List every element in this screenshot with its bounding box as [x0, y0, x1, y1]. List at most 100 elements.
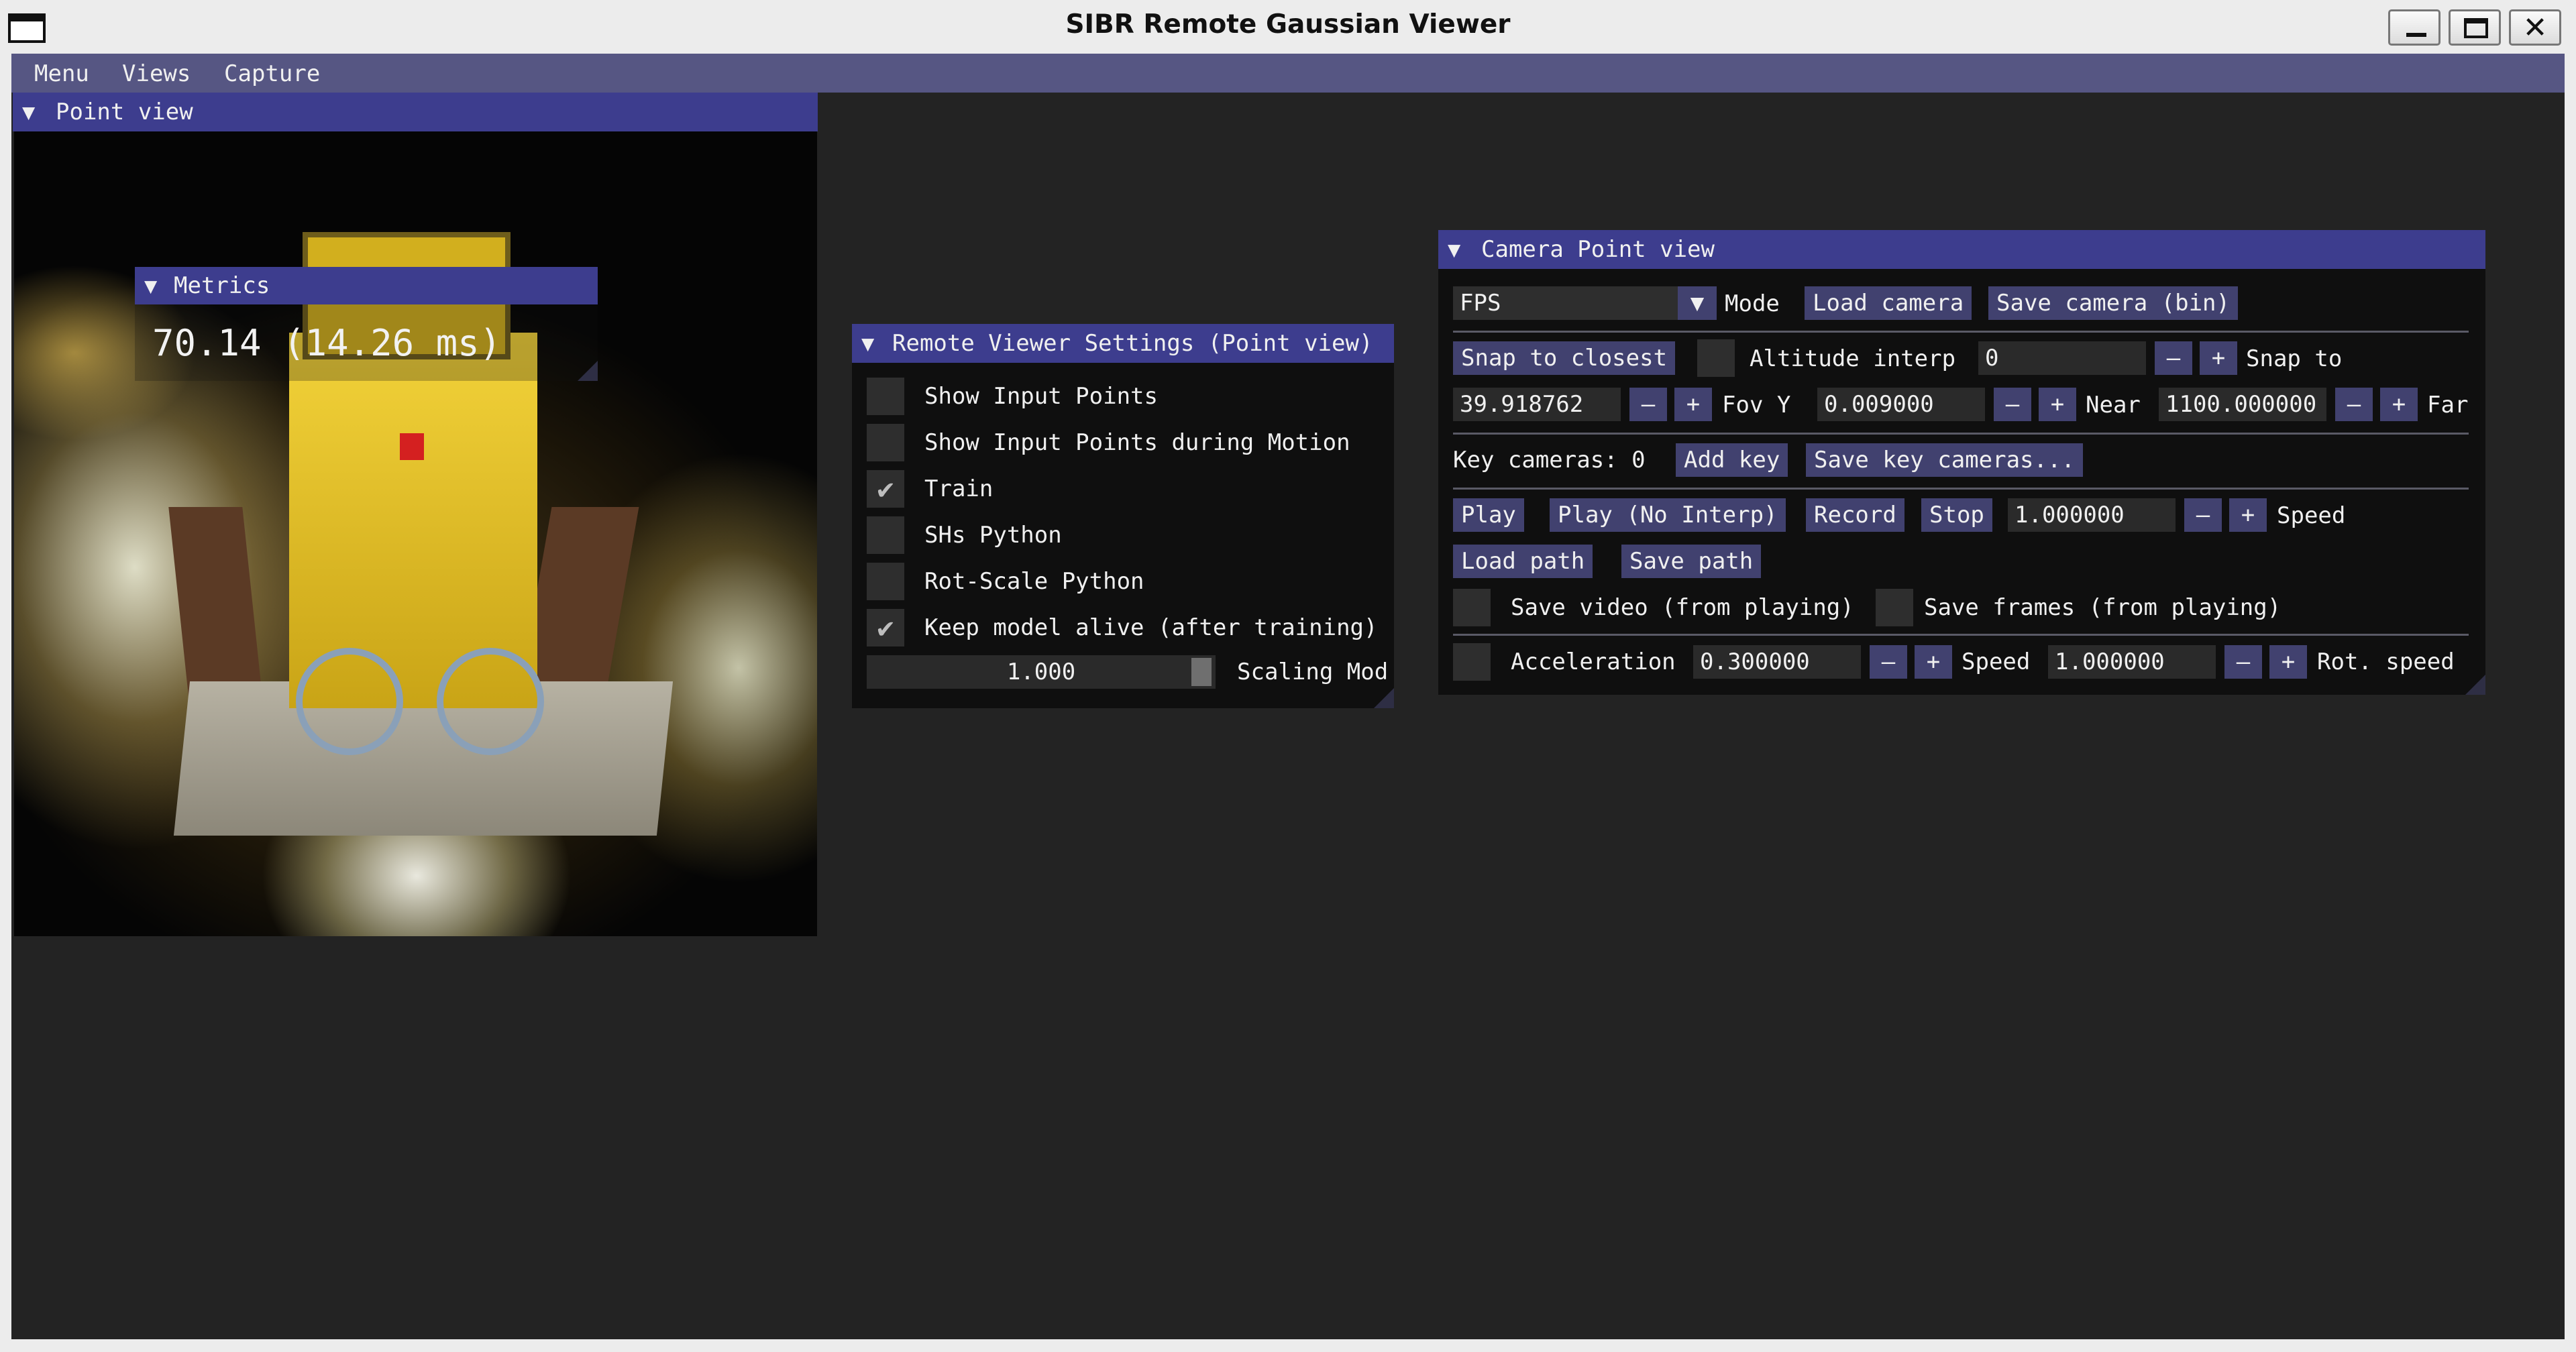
rot-scale-python-label: Rot-Scale Python — [924, 568, 1144, 595]
save-path-button[interactable]: Save path — [1621, 545, 1762, 578]
separator — [1453, 433, 2469, 435]
snap-to-increment[interactable]: + — [2200, 341, 2237, 375]
maximize-icon — [2464, 18, 2488, 38]
collapse-caret-icon[interactable]: ▼ — [22, 93, 35, 131]
point-view-title: Point view — [56, 99, 193, 125]
resize-grip[interactable] — [578, 361, 598, 381]
load-camera-button[interactable]: Load camera — [1805, 286, 1972, 320]
camera-panel-header[interactable]: ▼ Camera Point view — [1438, 230, 2485, 269]
near-label: Near — [2086, 392, 2141, 418]
move-speed-input[interactable]: 1.000000 — [2048, 645, 2216, 679]
remote-settings-header[interactable]: ▼ Remote Viewer Settings (Point view) — [852, 324, 1394, 363]
remote-settings-title: Remote Viewer Settings (Point view) — [892, 330, 1373, 357]
train-checkbox[interactable]: ✔ — [867, 470, 904, 508]
near-decrement[interactable]: – — [1994, 388, 2031, 421]
menu-views[interactable]: Views — [122, 60, 191, 87]
acceleration-decrement[interactable]: – — [1870, 645, 1907, 679]
window-titlebar: SIBR Remote Gaussian Viewer ✕ — [0, 0, 2576, 54]
minimize-button[interactable] — [2388, 9, 2440, 46]
maximize-button[interactable] — [2449, 9, 2501, 46]
far-decrement[interactable]: – — [2335, 388, 2373, 421]
point-view-header[interactable]: ▼ Point view — [13, 93, 818, 131]
window-title: SIBR Remote Gaussian Viewer — [1065, 9, 1511, 40]
point-view-panel: ▼ Point view ▼ Metrics 70.14 (14.26 ms) — [13, 93, 818, 938]
collapse-caret-icon[interactable]: ▼ — [1448, 230, 1460, 269]
scaling-modifier-value: 1.000 — [1006, 659, 1076, 685]
scene-wheel-right — [437, 648, 544, 755]
resize-grip[interactable] — [2465, 675, 2485, 695]
checkmark-icon: ✔ — [877, 611, 894, 644]
snap-to-input[interactable]: 0 — [1978, 341, 2146, 375]
minimize-icon — [2406, 33, 2426, 37]
camera-point-view-panel: ▼ Camera Point view FPS ▼ Mode Load came… — [1438, 230, 2485, 695]
checkmark-icon: ✔ — [877, 472, 894, 505]
far-increment[interactable]: + — [2380, 388, 2418, 421]
separator — [1453, 331, 2469, 333]
fps-readout: 70.14 (14.26 ms) — [152, 322, 502, 364]
show-input-points-checkbox[interactable] — [867, 378, 904, 415]
mode-dropdown-arrow[interactable]: ▼ — [1678, 286, 1717, 320]
close-button[interactable]: ✕ — [2509, 9, 2561, 46]
load-path-button[interactable]: Load path — [1453, 545, 1593, 578]
save-frames-label: Save frames (from playing) — [1924, 594, 2282, 621]
far-label: Far — [2427, 392, 2469, 418]
slider-handle[interactable] — [1191, 658, 1212, 686]
playback-speed-increment[interactable]: + — [2229, 498, 2267, 532]
altitude-interp-checkbox[interactable] — [1697, 339, 1735, 377]
keep-model-alive-label: Keep model alive (after training) — [924, 614, 1378, 641]
save-video-checkbox[interactable] — [1453, 589, 1491, 626]
mode-select[interactable]: FPS — [1453, 286, 1678, 320]
move-speed-increment[interactable]: + — [2269, 645, 2307, 679]
camera-panel-title: Camera Point view — [1481, 236, 1715, 263]
rot-scale-python-checkbox[interactable] — [867, 563, 904, 600]
stop-button[interactable]: Stop — [1921, 498, 1992, 532]
snap-to-closest-button[interactable]: Snap to closest — [1453, 341, 1676, 375]
snap-to-decrement[interactable]: – — [2155, 341, 2192, 375]
acceleration-checkbox[interactable] — [1453, 643, 1491, 681]
move-speed-decrement[interactable]: – — [2224, 645, 2262, 679]
acceleration-increment[interactable]: + — [1915, 645, 1952, 679]
save-camera-bin-button[interactable]: Save camera (bin) — [1988, 286, 2238, 320]
shs-python-label: SHs Python — [924, 522, 1062, 549]
play-button[interactable]: Play — [1453, 498, 1524, 532]
record-button[interactable]: Record — [1806, 498, 1904, 532]
resize-grip[interactable] — [1374, 688, 1394, 708]
menu-menu[interactable]: Menu — [34, 60, 89, 87]
save-frames-checkbox[interactable] — [1876, 589, 1913, 626]
scaling-modifier-slider[interactable]: 1.000 — [867, 655, 1216, 689]
save-key-cameras-button[interactable]: Save key cameras... — [1806, 443, 2083, 477]
acceleration-label: Acceleration — [1511, 649, 1676, 675]
acceleration-input[interactable]: 0.300000 — [1693, 645, 1861, 679]
shs-python-checkbox[interactable] — [867, 516, 904, 554]
near-increment[interactable]: + — [2039, 388, 2076, 421]
fov-y-input[interactable]: 39.918762 — [1453, 388, 1621, 421]
close-icon: ✕ — [2522, 11, 2548, 45]
chevron-down-icon: ▼ — [1690, 290, 1705, 317]
save-video-label: Save video (from playing) — [1511, 594, 1854, 621]
playback-speed-input[interactable]: 1.000000 — [2008, 498, 2176, 532]
scene-red-part — [400, 433, 424, 460]
metrics-panel: ▼ Metrics 70.14 (14.26 ms) — [135, 267, 598, 381]
show-input-points-motion-checkbox[interactable] — [867, 424, 904, 461]
rendered-scene-viewport[interactable]: ▼ Metrics 70.14 (14.26 ms) — [14, 131, 817, 936]
add-key-button[interactable]: Add key — [1676, 443, 1788, 477]
mode-label: Mode — [1725, 290, 1780, 317]
collapse-caret-icon[interactable]: ▼ — [861, 324, 874, 363]
altitude-interp-label: Altitude interp — [1750, 345, 1956, 372]
app-client-area: Menu Views Capture ▼ Point view ▼ Metric… — [11, 54, 2565, 1339]
fov-y-decrement[interactable]: – — [1629, 388, 1667, 421]
metrics-title: Metrics — [174, 272, 270, 299]
fov-y-increment[interactable]: + — [1674, 388, 1712, 421]
play-no-interp-button[interactable]: Play (No Interp) — [1550, 498, 1786, 532]
near-input[interactable]: 0.009000 — [1817, 388, 1985, 421]
playback-speed-decrement[interactable]: – — [2184, 498, 2222, 532]
separator — [1453, 488, 2469, 490]
collapse-caret-icon[interactable]: ▼ — [144, 267, 157, 304]
menu-capture[interactable]: Capture — [224, 60, 320, 87]
fov-y-label: Fov Y — [1722, 392, 1791, 418]
scaling-modifier-label: Scaling Mod — [1237, 659, 1389, 685]
far-input[interactable]: 1100.000000 — [2159, 388, 2326, 421]
metrics-header[interactable]: ▼ Metrics — [135, 267, 598, 304]
keep-model-alive-checkbox[interactable]: ✔ — [867, 609, 904, 646]
remote-viewer-settings-panel: ▼ Remote Viewer Settings (Point view) Sh… — [852, 324, 1394, 708]
